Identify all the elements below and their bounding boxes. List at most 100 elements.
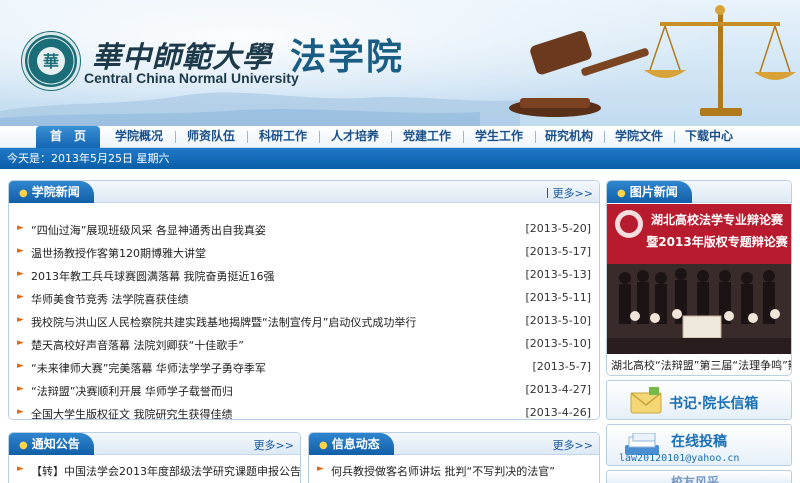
scales-and-gavel-art [509,5,796,117]
svg-text:暨2013年版权专题辩论赛: 暨2013年版权专题辩论赛 [646,234,788,249]
news-item[interactable]: ► “法辩盟”决赛顺利开展 华师学子载誉而归 [2013-4-27] [17,383,591,399]
news-date: [2013-4-27] [525,383,591,396]
notice-item[interactable]: ► 【转】中国法学会2013年度部级法学研究课题申报公告 [17,463,300,478]
panel-bullet-icon: ● [19,188,28,199]
news-title[interactable]: 温世扬教授作客第120期博雅大讲堂 [31,245,206,261]
news-item[interactable]: ► 我校院与洪山区人民检察院共建实践基地揭牌暨“法制宣传月”启动仪式成功举行 [20… [17,314,591,330]
news-item[interactable]: ► 楚天高校好声音落幕 法院刘卿获“十佳歌手” [2013-5-10] [17,337,591,353]
nav-separator [175,131,176,143]
alumni-button[interactable]: 校友风采 [606,470,792,483]
news-item[interactable]: ► 2013年教工兵乓球赛圆满落幕 我院奋勇挺近16强 [2013-5-13] [17,268,591,284]
main-nav: 首 页 学院概况 师资队伍 科研工作 人才培养 党建工作 学生工作 研究机构 学… [0,126,800,148]
news-title[interactable]: “未来律师大赛”完美落幕 华师法学学子勇夺季军 [31,360,266,376]
photo-news-image[interactable]: 湖北高校法学专业辩论赛 暨2013年版权专题辩论赛 [607,204,791,354]
news-date: [2013-5-10] [525,314,591,327]
photo-news-caption[interactable]: 湖北高校“法辩盟”第三届“法理争鸣”辩论 [611,357,791,373]
news-title[interactable]: “法辩盟”决赛顺利开展 华师学子载誉而归 [31,383,233,399]
nav-party-building[interactable]: 党建工作 [394,126,460,148]
bullet-arrow-icon: ► [17,407,24,417]
info-header: ● 信息动态 更多>> [309,433,599,455]
news-item[interactable]: ► 温世扬教授作客第120期博雅大讲堂 [2013-5-17] [17,245,591,261]
bullet-arrow-icon: ► [17,315,24,325]
divider [546,188,548,198]
nav-student-affairs[interactable]: 学生工作 [466,126,532,148]
more-label: 更多>> [552,187,593,200]
nav-research[interactable]: 科研工作 [250,126,316,148]
panel-bullet-icon: ● [319,440,328,451]
news-title[interactable]: “四仙过海”展现班级风采 各显神通秀出自我真姿 [31,222,266,238]
photo-news-panel: ● 图片新闻 湖北高校法学专业辩论赛 暨2013年版权专题辩论赛 湖北高校“法辩… [606,180,792,376]
info-title: ● 信息动态 [309,433,394,455]
nav-separator [604,131,605,143]
more-label: 更多>> [253,439,294,452]
news-title[interactable]: 华师美食节竞秀 法学院喜获佳绩 [31,291,189,307]
university-name-en: Central China Normal University [84,70,299,86]
notices-panel: ● 通知公告 更多>> ► 【转】中国法学会2013年度部级法学研究课题申报公告 [8,432,301,483]
nav-separator [463,131,464,143]
news-title[interactable]: 我校院与洪山区人民检察院共建实践基地揭牌暨“法制宣传月”启动仪式成功举行 [31,314,416,330]
news-date: [2013-5-17] [525,245,591,258]
bullet-arrow-icon: ► [17,246,24,256]
bullet-arrow-icon: ► [17,292,24,302]
news-date: [2013-5-11] [525,291,591,304]
bullet-arrow-icon: ► [317,464,324,474]
bullet-arrow-icon: ► [17,223,24,233]
news-title[interactable]: 楚天高校好声音落幕 法院刘卿获“十佳歌手” [31,337,244,353]
header-banner: 華 華中師範大學 Central China Normal University… [0,0,800,126]
nav-talent-training[interactable]: 人才培养 [322,126,388,148]
online-submission-button[interactable]: 在线投稿 law20120101@yahoo.cn [606,424,792,466]
nav-faculty[interactable]: 师资队伍 [178,126,244,148]
bullet-arrow-icon: ► [17,338,24,348]
school-name: 法学院 [290,37,405,78]
news-title[interactable]: 全国大学生版权征文 我院研究生获得佳绩 [31,406,233,419]
nav-home[interactable]: 首 页 [36,126,100,148]
info-panel: ● 信息动态 更多>> ► 何兵教授做客名师讲坛 批判“不写判决的法官” [308,432,600,483]
seal-icon: 華 [27,37,75,85]
notices-title-text: 通知公告 [31,437,80,451]
info-more-link[interactable]: 更多>> [553,437,593,453]
college-news-more-link[interactable]: 更多>> [546,185,593,201]
news-item[interactable]: ► “四仙过海”展现班级风采 各显神通秀出自我真姿 [2013-5-20] [17,222,591,238]
nav-separator [247,131,248,143]
info-item[interactable]: ► 何兵教授做客名师讲坛 批判“不写判决的法官” [317,463,591,479]
news-item[interactable]: ► 华师美食节竞秀 法学院喜获佳绩 [2013-5-11] [17,291,591,307]
notices-header: ● 通知公告 更多>> [9,433,300,455]
nav-separator [319,131,320,143]
news-item[interactable]: ► 全国大学生版权征文 我院研究生获得佳绩 [2013-4-26] [17,406,591,419]
bullet-arrow-icon: ► [17,464,24,474]
college-news-title-text: 学院新闻 [31,185,80,199]
nav-research-institutes[interactable]: 研究机构 [536,126,602,148]
news-item[interactable]: ► “未来律师大赛”完美落幕 华师法学学子勇夺季军 [2013-5-7] [17,360,591,376]
college-news-title: ● 学院新闻 [9,181,94,203]
photo-news-header: ● 图片新闻 [607,181,791,203]
photo-news-title: ● 图片新闻 [607,181,692,203]
news-date: [2013-5-13] [525,268,591,281]
notices-title: ● 通知公告 [9,433,94,455]
bullet-arrow-icon: ► [17,384,24,394]
news-date: [2013-5-20] [525,222,591,235]
bullet-arrow-icon: ► [17,361,24,371]
nav-college-overview[interactable]: 学院概况 [106,126,172,148]
news-date: [2013-4-26] [525,406,591,419]
bullet-arrow-icon: ► [17,269,24,279]
svg-text:華: 華 [43,52,59,71]
svg-text:湖北高校法学专业辩论赛: 湖北高校法学专业辩论赛 [651,212,784,227]
info-title-text: 信息动态 [331,437,380,451]
notice-title[interactable]: 【转】中国法学会2013年度部级法学研究课题申报公告 [31,463,300,479]
nav-download-center[interactable]: 下载中心 [676,126,742,148]
university-seal-logo[interactable]: 華 [22,32,80,90]
news-date: [2013-5-10] [525,337,591,350]
mailbox-label: 书记·院长信箱 [669,396,759,412]
photo-news-title-text: 图片新闻 [629,185,678,199]
nav-separator [391,131,392,143]
news-title[interactable]: 2013年教工兵乓球赛圆满落幕 我院奋勇挺近16强 [31,268,275,284]
college-news-panel: ● 学院新闻 更多>> ► “四仙过海”展现班级风采 各显神通秀出自我真姿 [2013… [8,180,600,420]
nav-college-documents[interactable]: 学院文件 [606,126,672,148]
notices-more-link[interactable]: 更多>> [254,437,294,453]
submission-email[interactable]: law20120101@yahoo.cn [619,453,739,464]
secretary-dean-mailbox-button[interactable]: 书记·院长信箱 [606,380,792,420]
panel-bullet-icon: ● [617,188,626,199]
submission-label: 在线投稿 [671,434,727,450]
info-item-title[interactable]: 何兵教授做客名师讲坛 批判“不写判决的法官” [331,463,555,479]
debate-group-photo: 湖北高校法学专业辩论赛 暨2013年版权专题辩论赛 [607,204,791,354]
